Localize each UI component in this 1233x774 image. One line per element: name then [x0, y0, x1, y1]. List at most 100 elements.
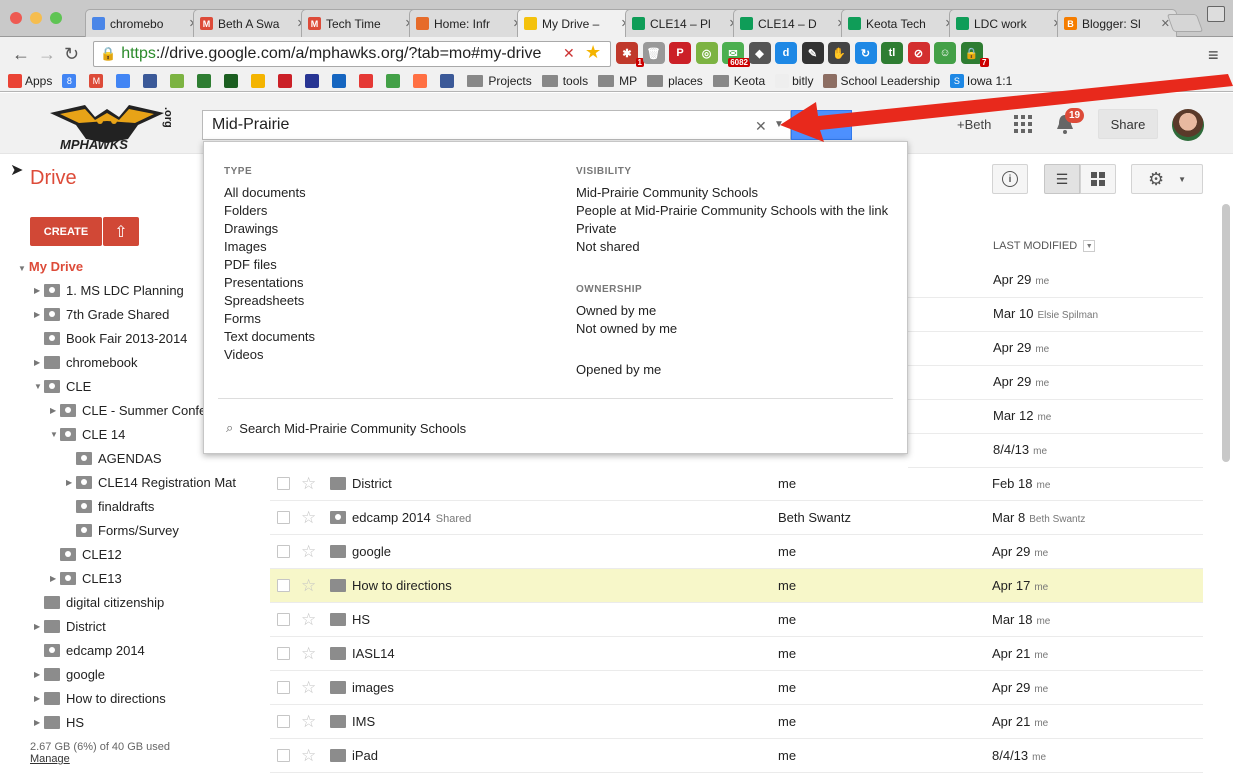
browser-tab[interactable]: B Blogger: Sl ✕	[1057, 9, 1177, 37]
table-row[interactable]: ☆ iPad me 8/4/13 me	[270, 739, 1203, 773]
list-scrollbar[interactable]	[1222, 204, 1230, 462]
extension-icon[interactable]: d	[775, 42, 797, 64]
sidebar-folder-item[interactable]: ▶ How to directions	[34, 686, 236, 710]
ownership-option[interactable]: Owned by me	[576, 302, 677, 320]
chrome-menu-icon[interactable]: ≡	[1208, 45, 1219, 66]
extension-icon[interactable]: ☺	[934, 42, 956, 64]
blocked-content-icon[interactable]: ✕	[563, 45, 575, 62]
bookmark-item[interactable]: Projects	[467, 74, 532, 88]
star-icon[interactable]: ☆	[301, 644, 321, 664]
sidebar-folder-item[interactable]: ▶ CLE14 Registration Materials	[66, 470, 236, 494]
mphawks-logo-icon[interactable]: MPHAWKS .org	[40, 95, 175, 151]
type-option[interactable]: Drawings	[224, 220, 315, 238]
visibility-option[interactable]: Private	[576, 220, 888, 238]
maximize-window-button[interactable]	[50, 12, 62, 24]
row-checkbox[interactable]	[277, 477, 290, 490]
star-icon[interactable]: ☆	[301, 474, 321, 494]
details-button[interactable]: i	[992, 164, 1028, 194]
star-icon[interactable]: ☆	[301, 508, 321, 528]
bookmark-item[interactable]	[224, 73, 241, 88]
forward-arrow-icon[interactable]: →	[38, 44, 56, 65]
browser-tab[interactable]: My Drive –✕	[517, 9, 637, 37]
grid-view-button[interactable]	[1080, 164, 1116, 194]
bookmark-item[interactable]	[170, 73, 187, 88]
caret-right-icon[interactable]: ▶	[66, 478, 74, 487]
table-row[interactable]: ☆ images me Apr 29 me	[270, 671, 1203, 705]
back-arrow-icon[interactable]: ←	[12, 44, 30, 65]
bookmark-item[interactable]	[413, 73, 430, 88]
table-row[interactable]: ☆ google me Apr 29 me	[270, 535, 1203, 569]
extension-icon[interactable]: 🔒 7	[960, 42, 989, 67]
file-name-cell[interactable]: HS	[352, 612, 778, 627]
row-checkbox[interactable]	[277, 647, 290, 660]
star-icon[interactable]: ☆	[301, 678, 321, 698]
table-row[interactable]: ☆ IMS me Apr 21 me	[270, 705, 1203, 739]
bookmark-item[interactable]	[116, 73, 133, 88]
close-window-button[interactable]	[10, 12, 22, 24]
search-domain-option[interactable]: ⌕ Search Mid-Prairie Community Schools	[226, 420, 466, 436]
search-input[interactable]: Mid-Prairie	[202, 110, 791, 140]
file-name-cell[interactable]: How to directions	[352, 578, 778, 593]
file-name-cell[interactable]: iPad	[352, 748, 778, 763]
browser-tab[interactable]: LDC work✕	[949, 9, 1069, 37]
caret-right-icon[interactable]: ▶	[34, 622, 42, 631]
visibility-option[interactable]: Not shared	[576, 238, 888, 256]
extension-icon[interactable]: ⊘	[907, 42, 930, 64]
file-name-cell[interactable]: edcamp 2014 Shared	[352, 510, 778, 525]
type-option[interactable]: Spreadsheets	[224, 292, 315, 310]
caret-right-icon[interactable]: ▶	[34, 670, 42, 679]
bookmark-item[interactable]	[386, 73, 403, 88]
row-checkbox[interactable]	[277, 579, 290, 592]
bookmark-item[interactable]	[197, 73, 214, 88]
sidebar-folder-item[interactable]: ▶ google	[34, 662, 236, 686]
file-name-cell[interactable]: District	[352, 476, 778, 491]
opened-by-me-option[interactable]: Opened by me	[576, 361, 661, 379]
browser-tab[interactable]: CLE14 – Pl✕	[625, 9, 745, 37]
reload-icon[interactable]: ↻	[64, 44, 79, 65]
browser-tab[interactable]: MTech Time✕	[301, 9, 421, 37]
browser-tab[interactable]: CLE14 – D✕	[733, 9, 853, 37]
type-option[interactable]: Videos	[224, 346, 315, 364]
minimize-window-button[interactable]	[30, 12, 42, 24]
extension-icon[interactable]: ✋	[828, 42, 850, 64]
sort-chevron-icon[interactable]: ▼	[1083, 240, 1096, 252]
manage-storage-link[interactable]: Manage	[30, 753, 70, 765]
sidebar-folder-item[interactable]: digital citizenship	[34, 590, 236, 614]
row-checkbox[interactable]	[277, 749, 290, 762]
star-icon[interactable]: ☆	[301, 712, 321, 732]
sidebar-folder-item[interactable]: CLE12	[50, 542, 236, 566]
bookmark-item[interactable]	[305, 73, 322, 88]
bookmark-item[interactable]: M	[89, 73, 106, 88]
last-modified-column-header[interactable]: LAST MODIFIED ▼	[993, 240, 1096, 252]
caret-right-icon[interactable]: ▶	[34, 310, 42, 319]
file-name-cell[interactable]: google	[352, 544, 778, 559]
table-row[interactable]: ☆ District me Feb 18 me	[270, 467, 1203, 501]
caret-right-icon[interactable]: ▶	[34, 358, 42, 367]
sidebar-folder-item[interactable]: ▶ HS	[34, 710, 236, 734]
file-name-cell[interactable]: images	[352, 680, 778, 695]
address-bar[interactable]: 🔒 https ://drive.google.com/a/mphawks.or…	[93, 41, 611, 67]
star-icon[interactable]: ☆	[301, 576, 321, 596]
row-checkbox[interactable]	[277, 613, 290, 626]
browser-tab[interactable]: MBeth A Swa✕	[193, 9, 313, 37]
bookmark-item[interactable]	[278, 73, 295, 88]
table-row[interactable]: ☆ IASL14 me Apr 21 me	[270, 637, 1203, 671]
caret-right-icon[interactable]: ▶	[50, 406, 58, 415]
row-checkbox[interactable]	[277, 511, 290, 524]
caret-right-icon[interactable]: ▶	[50, 574, 58, 583]
clear-search-icon[interactable]: ✕	[755, 118, 767, 135]
extension-icon[interactable]: ✉ 6082	[722, 42, 750, 67]
extension-icon[interactable]: 🗑	[642, 42, 665, 64]
table-row[interactable]: ☆ How to directions me Apr 17 me	[270, 569, 1203, 603]
caret-right-icon[interactable]: ▶	[34, 718, 42, 727]
caret-down-icon[interactable]: ▼	[50, 430, 58, 439]
bookmark-item[interactable]: tools	[541, 74, 588, 88]
bookmark-item[interactable]	[251, 73, 268, 88]
bookmark-item[interactable]: MP	[598, 74, 637, 88]
bookmark-item[interactable]	[332, 73, 349, 88]
sidebar-folder-item[interactable]: ▶ CLE13	[50, 566, 236, 590]
profile-icon[interactable]	[1207, 6, 1225, 22]
caret-right-icon[interactable]: ▶	[34, 286, 42, 295]
star-icon[interactable]: ☆	[301, 610, 321, 630]
sidebar-folder-item[interactable]: edcamp 2014	[34, 638, 236, 662]
